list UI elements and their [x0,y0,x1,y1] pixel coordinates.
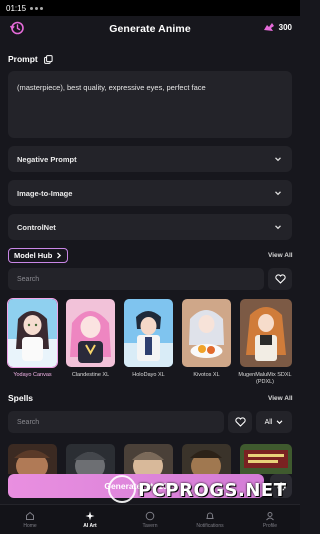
model-card-mugenmalumix[interactable] [240,299,292,367]
spell-thumbnail[interactable] [8,444,57,474]
status-time: 01:15 [6,3,27,13]
model-thumbnail [182,299,231,367]
chevron-down-icon [275,225,281,230]
chevron-down-icon [277,420,283,425]
model-name: HoloDayo XL [132,372,165,378]
nav-tavern[interactable]: Tavern [120,505,180,534]
credits-icon [263,23,274,31]
prompt-heading: Prompt [8,54,53,64]
model-hub-label: Model Hub [14,251,53,260]
accordion-label: ControlNet [17,222,56,232]
controlnet-accordion[interactable]: ControlNet [8,214,292,240]
page-title: Generate Anime [109,23,191,35]
chevron-down-icon [275,157,281,162]
status-icons [30,6,44,10]
model-thumbnail [124,299,173,367]
prompt-label: Prompt [8,54,38,64]
app-header: Generate Anime 300 [0,16,300,42]
heart-icon [274,274,286,284]
heart-icon [234,417,246,427]
model-card-yodayo-canvas[interactable] [7,298,58,368]
watermark: PCPROGS.NET [138,480,287,501]
model-hub-button[interactable]: Model Hub [8,248,69,263]
bell-icon [206,512,214,519]
prompt-input[interactable]: (masterpiece), best quality, expressive … [8,71,292,138]
nav-label: Home [23,522,37,529]
status-bar: 01:15 [0,0,300,16]
negative-prompt-accordion[interactable]: Negative Prompt [8,146,292,172]
credits-display[interactable]: 300 [263,22,292,32]
watermark-logo [108,475,136,503]
model-search-input[interactable]: Search [8,268,264,290]
chevron-right-icon [57,252,62,259]
model-name: Yodayo Canvas [13,372,52,378]
spell-thumbnail[interactable] [182,444,231,474]
nav-label: AI Art [83,522,97,529]
image-to-image-accordion[interactable]: Image-to-Image [8,180,292,206]
nav-label: Notifications [196,522,224,529]
model-favorites-button[interactable] [268,268,292,290]
spell-thumbnail[interactable] [66,444,115,474]
chevron-down-icon [275,191,281,196]
model-card-holodayo-xl[interactable] [124,299,173,367]
model-thumbnail [8,299,57,367]
nav-notifications[interactable]: Notifications [180,505,240,534]
model-thumbnail [240,299,292,367]
spells-view-all[interactable]: View All [268,395,293,402]
spells-filter-select[interactable]: All [256,411,292,433]
model-hub-view-all[interactable]: View All [268,252,293,259]
tavern-icon [145,511,155,520]
profile-icon [266,511,274,520]
model-thumbnail [66,299,115,367]
model-name: Kivotos XL [193,372,220,378]
accordion-label: Image-to-Image [17,188,73,198]
nav-profile[interactable]: Profile [240,505,300,534]
sparkle-icon [85,511,95,520]
spells-heading: Spells [8,393,34,403]
nav-label: Tavern [142,522,158,529]
spell-thumbnail[interactable] [240,444,292,474]
accordion-label: Negative Prompt [17,154,77,164]
spell-thumbnail[interactable] [124,444,173,474]
spells-search-input[interactable]: Search [8,411,224,433]
nav-home[interactable]: Home [0,505,60,534]
model-card-kivotos-xl[interactable] [182,299,231,367]
credits-count: 300 [278,22,292,32]
model-name: MugenMaluMix SDXL (PDXL) [238,372,292,385]
nav-ai-art[interactable]: AI Art [60,505,120,534]
nav-label: Profile [262,522,278,529]
home-icon [26,511,34,520]
spells-favorites-button[interactable] [228,411,252,433]
bottom-nav: Home AI Art Tavern Notifications Profile [0,504,300,534]
history-icon[interactable] [9,20,25,36]
copy-icon[interactable] [43,54,53,64]
model-name: Clandestine XL [71,372,110,378]
spells-filter-value: All [264,418,273,426]
model-card-clandestine-xl[interactable] [66,299,115,367]
